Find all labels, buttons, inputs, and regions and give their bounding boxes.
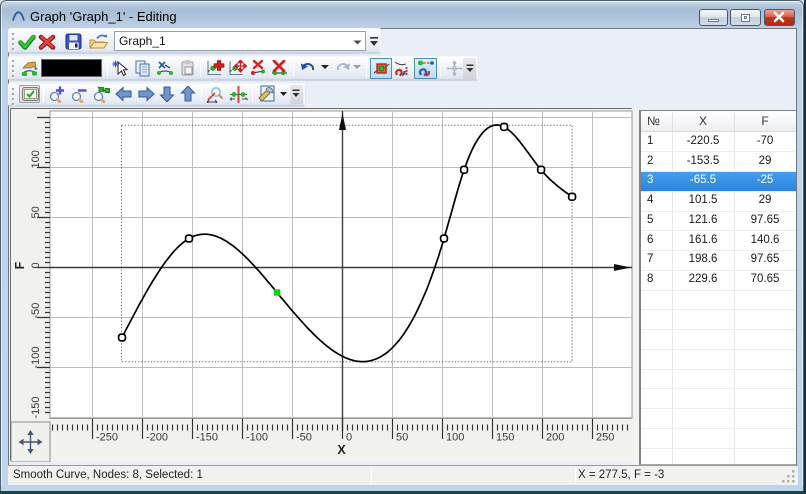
svg-text:100: 100 bbox=[446, 432, 464, 444]
svg-text:-150: -150 bbox=[196, 432, 218, 444]
svg-text:-200: -200 bbox=[146, 432, 168, 444]
svg-text:-50: -50 bbox=[30, 303, 42, 319]
svg-text:50: 50 bbox=[396, 432, 408, 444]
svg-text:50: 50 bbox=[30, 206, 42, 218]
svg-text:X: X bbox=[337, 443, 346, 457]
svg-text:F: F bbox=[13, 261, 27, 269]
svg-text:250: 250 bbox=[596, 432, 614, 444]
svg-text:100: 100 bbox=[30, 150, 42, 168]
svg-text:0: 0 bbox=[30, 262, 42, 268]
svg-text:-100: -100 bbox=[30, 346, 42, 368]
svg-text:-150: -150 bbox=[30, 396, 42, 418]
svg-text:0: 0 bbox=[346, 432, 352, 444]
svg-text:150: 150 bbox=[496, 432, 514, 444]
svg-text:-100: -100 bbox=[246, 432, 268, 444]
svg-text:-250: -250 bbox=[96, 432, 118, 444]
svg-text:200: 200 bbox=[546, 432, 564, 444]
svg-text:-50: -50 bbox=[296, 432, 312, 444]
